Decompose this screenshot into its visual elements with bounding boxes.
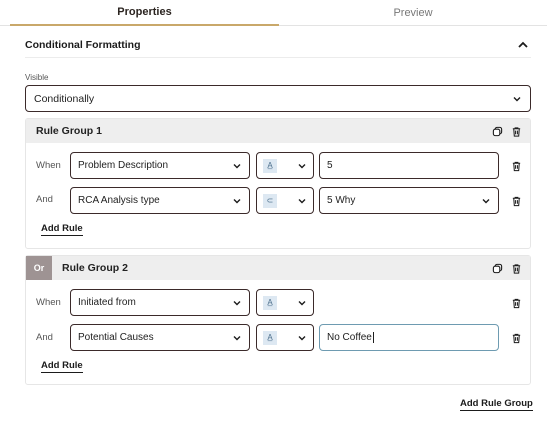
chevron-down-icon bbox=[298, 300, 306, 305]
tab-bar: Properties Preview bbox=[0, 0, 547, 26]
chevron-down-icon bbox=[233, 335, 241, 340]
rule-connector: When bbox=[36, 160, 61, 171]
rule-field-select[interactable]: Problem Description bbox=[70, 152, 250, 179]
rule-group-title: Rule Group 2 bbox=[62, 262, 128, 274]
rule-connector: And bbox=[36, 332, 53, 343]
rule-connector: When bbox=[36, 297, 61, 308]
rule-field-value: Problem Description bbox=[78, 160, 169, 171]
chevron-down-icon bbox=[298, 198, 306, 203]
rule-group-1: Rule Group 1 When Problem Description A̲… bbox=[25, 118, 531, 249]
rule-operator-select[interactable]: A̲ bbox=[256, 324, 314, 351]
visible-label: Visible bbox=[25, 73, 49, 82]
rule-group-header: Rule Group 1 bbox=[26, 119, 530, 143]
chevron-down-icon bbox=[513, 96, 521, 101]
rule-field-select[interactable]: RCA Analysis type bbox=[70, 187, 250, 214]
tab-properties[interactable]: Properties bbox=[10, 0, 279, 26]
rule-field-value: Initiated from bbox=[78, 297, 136, 308]
visible-select[interactable]: Conditionally bbox=[25, 85, 531, 112]
chevron-down-icon bbox=[233, 163, 241, 168]
rule-value-input[interactable]: No Coffee bbox=[319, 324, 499, 351]
section-title: Conditional Formatting bbox=[25, 38, 141, 51]
rule-group-header: Or Rule Group 2 bbox=[26, 256, 530, 280]
trash-icon[interactable] bbox=[511, 263, 522, 274]
rule-group-title: Rule Group 1 bbox=[36, 125, 102, 137]
rule-value-select[interactable]: 5 Why bbox=[319, 187, 499, 214]
text-caret bbox=[372, 332, 374, 343]
tab-preview[interactable]: Preview bbox=[279, 0, 547, 26]
visible-select-value: Conditionally bbox=[34, 92, 95, 105]
rule-field-value: Potential Causes bbox=[78, 332, 154, 343]
rule-value-text: 5 bbox=[327, 160, 333, 171]
chevron-down-icon bbox=[298, 335, 306, 340]
chevron-down-icon bbox=[233, 198, 241, 203]
contains-icon: ⊂ bbox=[263, 193, 277, 208]
rule-value-text: 5 Why bbox=[327, 195, 356, 206]
trash-icon[interactable] bbox=[511, 332, 522, 344]
trash-icon[interactable] bbox=[511, 297, 522, 309]
conditional-formatting-header[interactable]: Conditional Formatting bbox=[25, 32, 531, 58]
trash-icon[interactable] bbox=[511, 195, 522, 207]
rule-group-2: Or Rule Group 2 When Initiated from A̲ A… bbox=[25, 255, 531, 385]
trash-icon[interactable] bbox=[511, 160, 522, 172]
text-a-underline-icon: A̲ bbox=[263, 295, 277, 310]
chevron-up-icon[interactable] bbox=[515, 37, 531, 53]
add-rule-button[interactable]: Add Rule bbox=[41, 223, 83, 236]
rule-field-select[interactable]: Initiated from bbox=[70, 289, 250, 316]
rule-operator-select[interactable]: A̲ bbox=[256, 152, 314, 179]
add-rule-group-button[interactable]: Add Rule Group bbox=[460, 398, 533, 411]
rule-field-value: RCA Analysis type bbox=[78, 195, 160, 206]
rule-field-select[interactable]: Potential Causes bbox=[70, 324, 250, 351]
chevron-down-icon bbox=[233, 300, 241, 305]
rule-operator-select[interactable]: ⊂ bbox=[256, 187, 314, 214]
chevron-down-icon bbox=[298, 163, 306, 168]
text-a-underline-icon: A̲ bbox=[263, 158, 277, 173]
text-a-underline-icon: A̲ bbox=[263, 330, 277, 345]
copy-icon[interactable] bbox=[492, 263, 503, 274]
add-rule-button[interactable]: Add Rule bbox=[41, 360, 83, 373]
copy-icon[interactable] bbox=[492, 126, 503, 137]
rule-connector: And bbox=[36, 194, 53, 205]
trash-icon[interactable] bbox=[511, 126, 522, 137]
rule-value-input[interactable]: 5 bbox=[319, 152, 499, 179]
rule-operator-select[interactable]: A̲ bbox=[256, 289, 314, 316]
chevron-down-icon bbox=[482, 198, 490, 203]
rule-value-text: No Coffee bbox=[327, 332, 372, 343]
or-badge: Or bbox=[26, 256, 52, 280]
